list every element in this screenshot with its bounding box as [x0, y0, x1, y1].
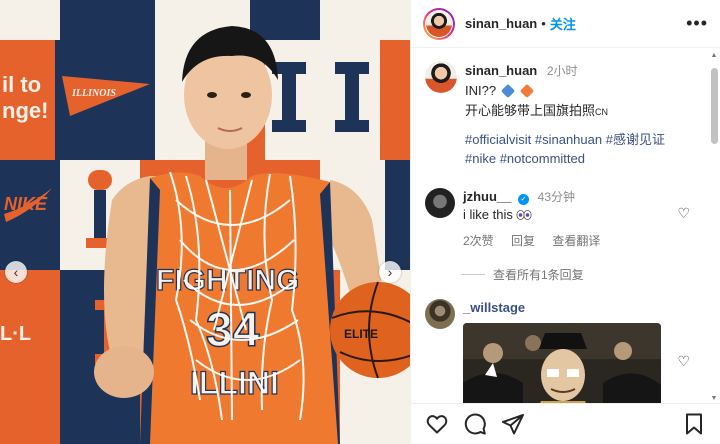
jersey-number: 34 — [206, 304, 260, 357]
jersey-bottom-text: ILLINI — [190, 365, 279, 401]
scroll-up-icon[interactable]: ▲ — [710, 52, 718, 59]
chevron-left-icon[interactable]: ‹ — [5, 261, 27, 283]
svg-text:ILLINOIS: ILLINOIS — [71, 88, 116, 99]
hashtag-link[interactable]: #notcommitted — [500, 151, 585, 166]
photo-illustration: ILLINOIS il to nge! NIKE L·L FIGHTING 34… — [0, 0, 410, 444]
hashtags: #officialvisit #sinanhuan #感谢见证 #nike #n… — [465, 130, 665, 168]
eyes-emoji-icon — [516, 210, 532, 220]
verified-badge-icon: ✓ — [518, 194, 530, 205]
svg-text:nge!: nge! — [2, 98, 48, 123]
chevron-right-icon[interactable]: › — [379, 261, 401, 283]
avatar[interactable] — [423, 7, 455, 40]
view-replies-button[interactable]: 查看所有1条回复 — [461, 266, 720, 283]
svg-text:il to: il to — [2, 72, 41, 97]
gif-attachment[interactable] — [463, 323, 661, 403]
caption-line1: INI?? — [465, 83, 497, 98]
caption-username[interactable]: sinan_huan — [465, 63, 537, 78]
separator-dot: • — [541, 16, 546, 31]
more-horizontal-icon[interactable]: ••• — [686, 13, 708, 34]
heart-icon[interactable]: ♡ — [677, 205, 690, 222]
comment-avatar[interactable] — [425, 188, 455, 218]
blue-diamond-icon — [500, 83, 515, 99]
heart-icon[interactable]: ♡ — [677, 353, 690, 370]
comment-time[interactable]: 43分钟 — [538, 190, 575, 204]
translate-button[interactable]: 查看翻译 — [552, 234, 600, 248]
caption: sinan_huan 2小时 INI?? 开心能够带上国旗拍照CN #offic… — [411, 49, 720, 168]
post-photo[interactable]: ILLINOIS il to nge! NIKE L·L FIGHTING 34… — [0, 0, 410, 444]
svg-text:ELITE: ELITE — [344, 327, 378, 341]
comments-scroll-area[interactable]: sinan_huan 2小时 INI?? 开心能够带上国旗拍照CN #offic… — [411, 49, 720, 403]
hashtag-link[interactable]: #officialvisit — [465, 132, 531, 147]
action-bar — [411, 403, 720, 444]
header-username[interactable]: sinan_huan — [465, 16, 537, 31]
scrollbar[interactable]: ▲ ▼ — [710, 52, 718, 402]
follow-button[interactable]: 关注 — [550, 14, 576, 33]
scroll-down-icon[interactable]: ▼ — [710, 395, 718, 402]
comment-text: i like this — [463, 207, 513, 222]
orange-diamond-icon — [520, 83, 535, 99]
comment-likes[interactable]: 2次赞 — [463, 234, 494, 248]
caption-line2: 开心能够带上国旗拍照 — [465, 103, 596, 118]
hashtag-link[interactable]: #sinanhuan — [535, 132, 602, 147]
comment-item: jzhuu__ ✓ 43分钟 i like this 2次赞 回复 查看翻译 ♡ — [411, 188, 720, 250]
svg-text:NIKE: NIKE — [4, 194, 48, 214]
heart-icon[interactable] — [425, 412, 449, 436]
divider — [461, 274, 485, 275]
comment-username[interactable]: _willstage — [463, 300, 525, 315]
svg-text:L·L: L·L — [0, 323, 31, 345]
hashtag-link[interactable]: #nike — [465, 151, 496, 166]
caption-avatar[interactable] — [425, 61, 457, 93]
comment-username[interactable]: jzhuu__ — [463, 189, 511, 204]
comment-avatar[interactable] — [425, 299, 455, 329]
post-sidebar: sinan_huan • 关注 ••• sinan_huan 2小时 INI?? — [410, 0, 720, 444]
reply-button[interactable]: 回复 — [511, 234, 535, 248]
hashtag-link[interactable]: #感谢见证 — [606, 132, 665, 147]
post-header: sinan_huan • 关注 ••• — [411, 0, 720, 48]
share-icon[interactable] — [501, 412, 525, 436]
caption-time[interactable]: 2小时 — [547, 64, 578, 78]
view-replies-label: 查看所有1条回复 — [493, 268, 584, 282]
scrollbar-thumb[interactable] — [711, 68, 718, 144]
comment-icon[interactable] — [463, 412, 487, 436]
comment-item: _willstage ♡ — [411, 299, 720, 403]
bookmark-icon[interactable] — [682, 412, 706, 436]
cn-flag-icon: CN — [595, 107, 609, 117]
